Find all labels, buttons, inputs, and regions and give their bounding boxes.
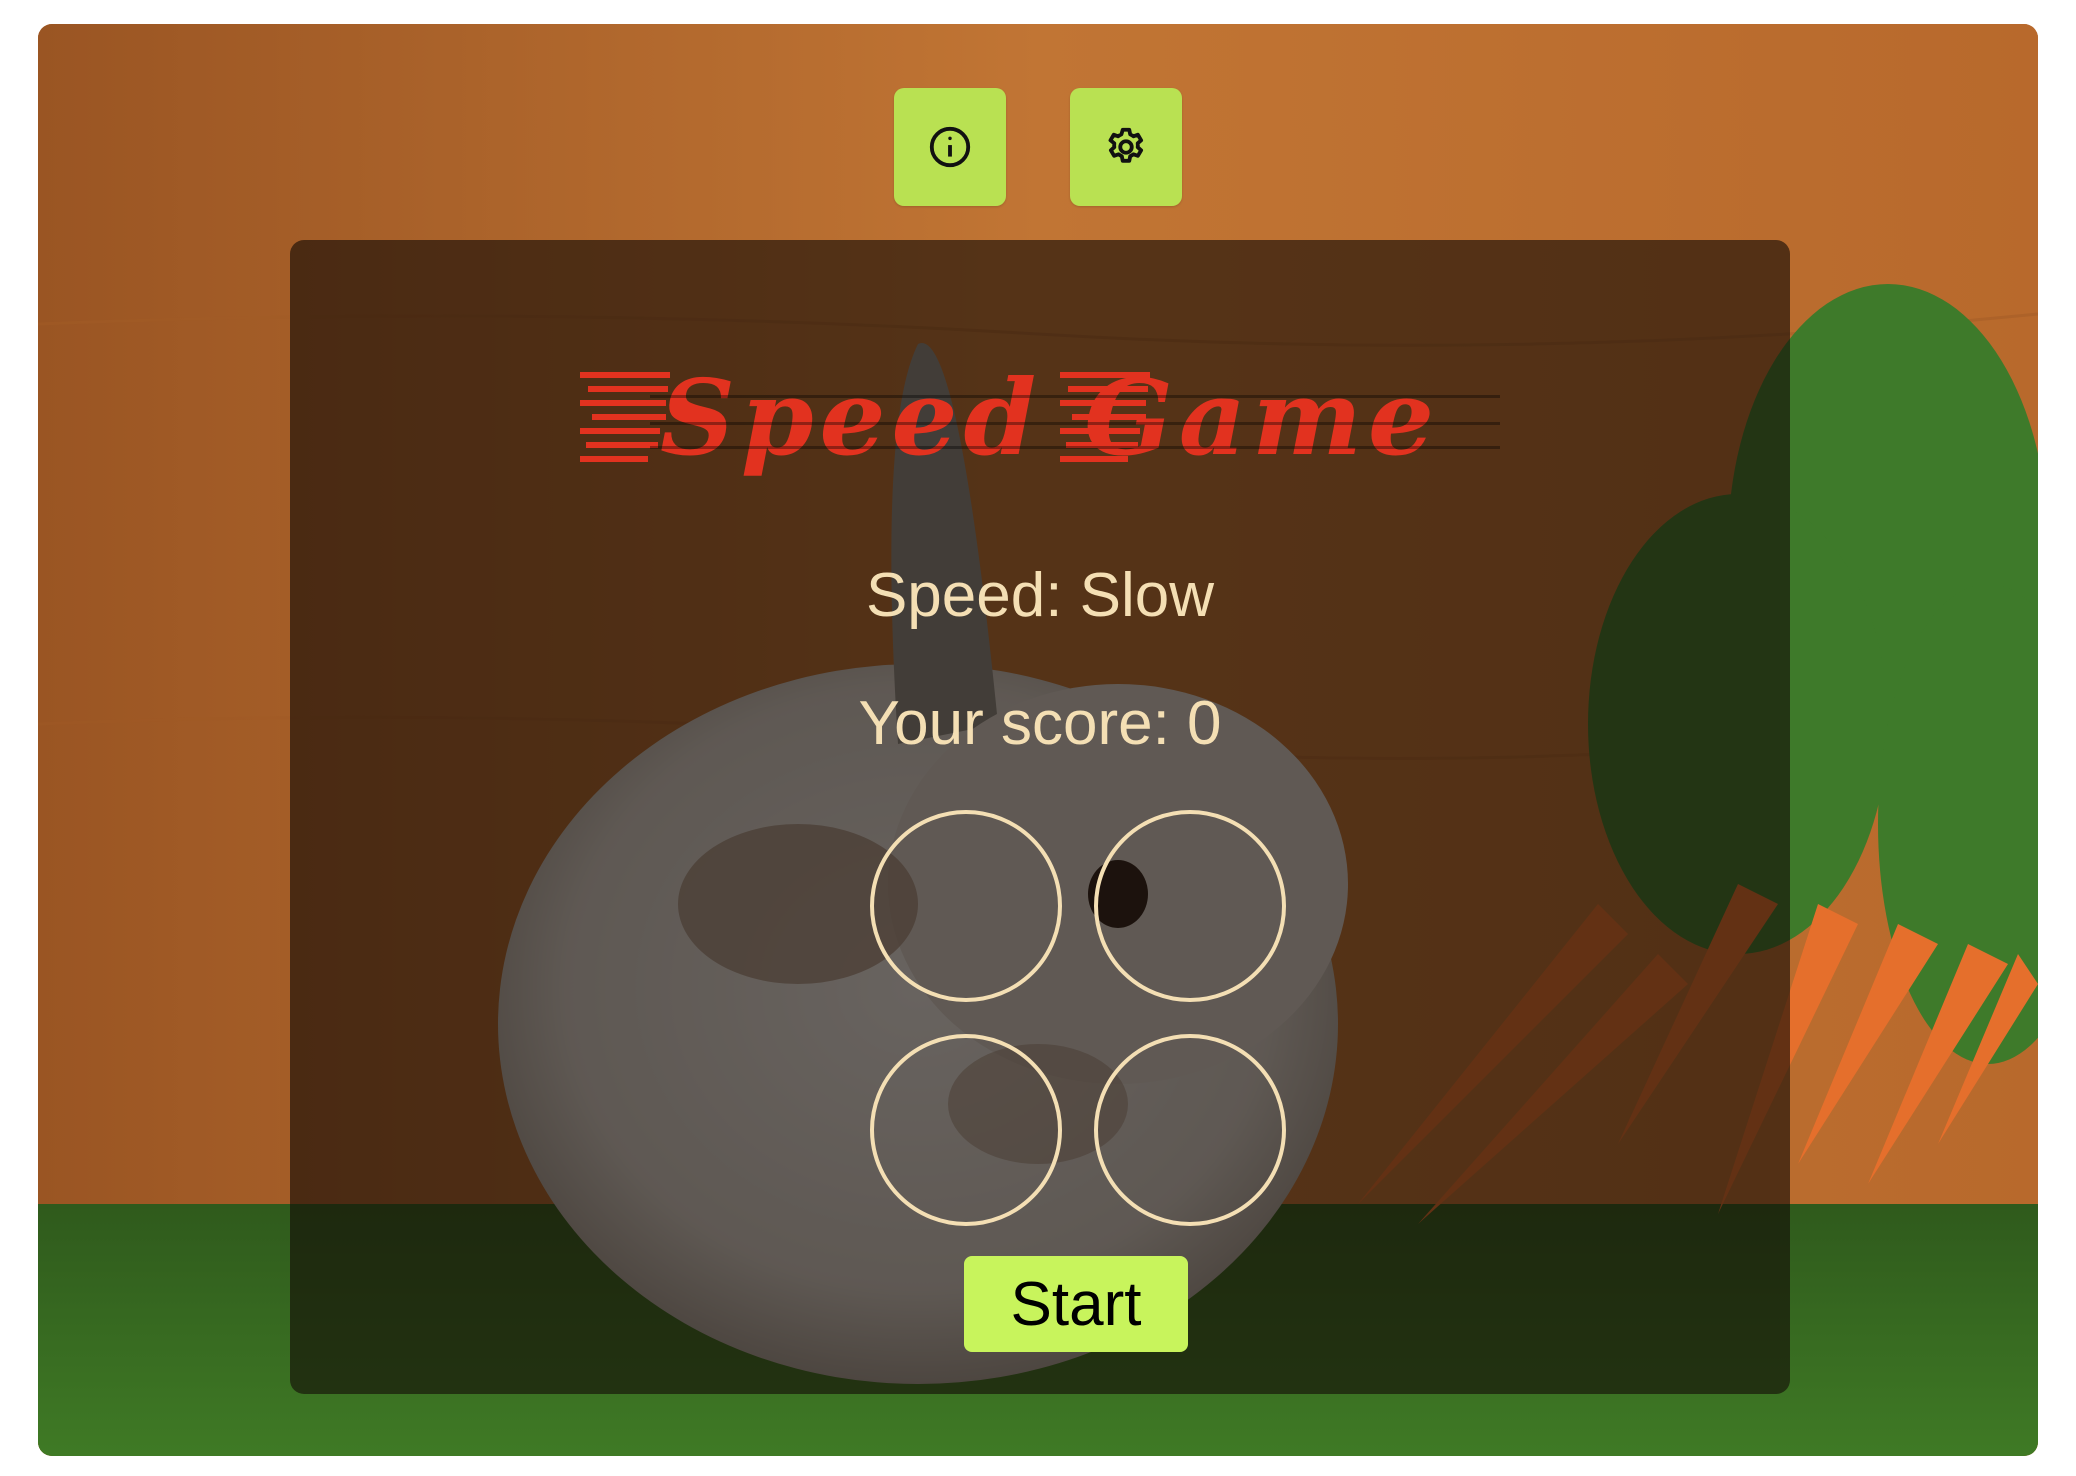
game-title: Speed Game (290, 350, 1790, 480)
game-panel: Speed Game Speed: Slow Your score: 0 Sta… (290, 240, 1790, 1394)
start-button[interactable]: Start (964, 1256, 1188, 1352)
game-stage: Speed Game Speed: Slow Your score: 0 Sta… (38, 24, 2038, 1456)
speed-label: Speed: Slow (865, 561, 1215, 630)
score-label: Your score: 0 (858, 689, 1222, 758)
gear-icon (1108, 127, 1144, 163)
settings-button[interactable] (1070, 88, 1182, 206)
game-title-logo: Speed Game (580, 356, 1500, 479)
target-circle-2[interactable] (1094, 810, 1286, 1002)
target-circle-1[interactable] (870, 810, 1062, 1002)
info-circle-icon (929, 126, 971, 168)
target-circle-3[interactable] (870, 1034, 1062, 1226)
game-title-text: Speed Game (660, 356, 1440, 479)
info-button[interactable] (894, 88, 1006, 206)
target-circle-4[interactable] (1094, 1034, 1286, 1226)
